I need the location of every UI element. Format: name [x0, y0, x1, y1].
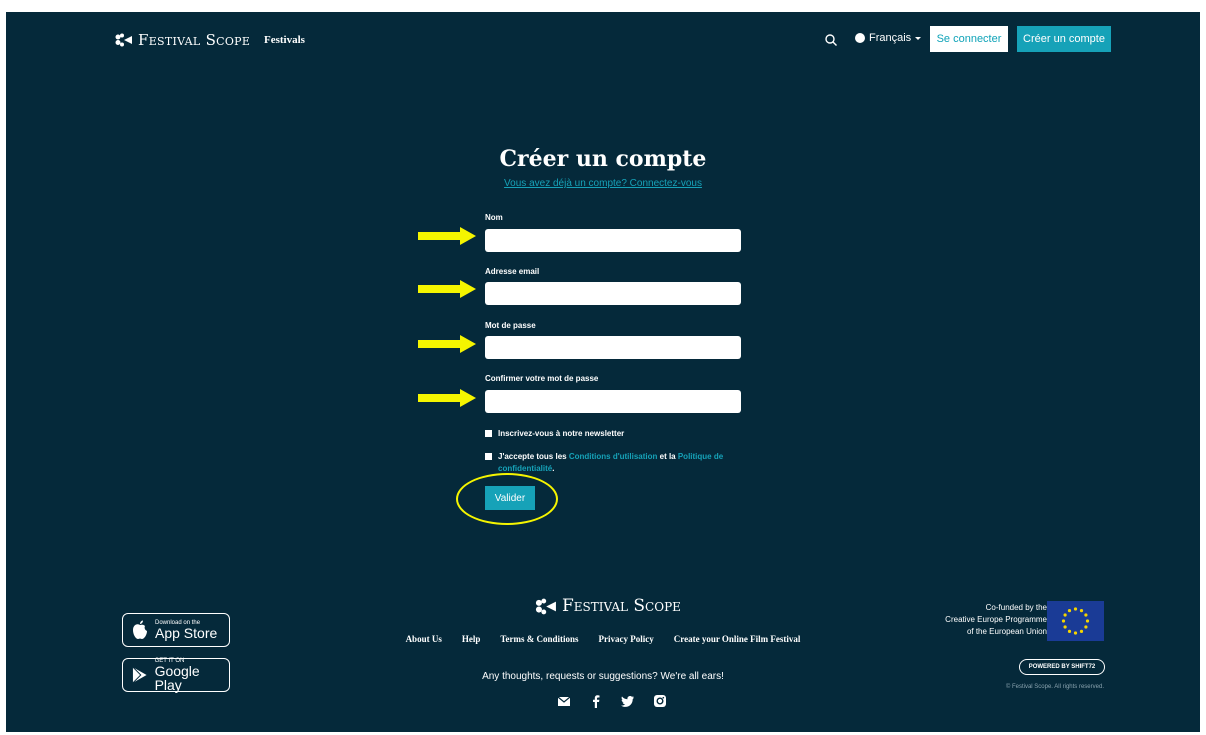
terms-prefix: J'accepte tous les: [498, 452, 569, 461]
instagram-icon[interactable]: [653, 694, 667, 708]
terms-row[interactable]: J'accepte tous les Conditions d'utilisat…: [485, 451, 741, 475]
confirm-password-label: Confirmer votre mot de passe: [485, 374, 599, 383]
language-label: Français: [869, 32, 912, 44]
password-field[interactable]: [485, 336, 741, 359]
terms-suffix: .: [552, 464, 555, 473]
footer-logo[interactable]: Festival Scope: [534, 596, 681, 616]
footer-link-create-festival[interactable]: Create your Online Film Festival: [674, 634, 801, 644]
name-label: Nom: [485, 213, 503, 222]
eu-line-2: Creative Europe Programme: [945, 615, 1047, 624]
annotation-arrow-icon: [418, 389, 476, 407]
footer-link-about[interactable]: About Us: [406, 634, 442, 644]
newsletter-row[interactable]: Inscrivez-vous à notre newsletter: [485, 428, 741, 440]
footer-link-terms[interactable]: Terms & Conditions: [500, 634, 578, 644]
login-button[interactable]: Se connecter: [930, 26, 1008, 52]
signup-button[interactable]: Créer un compte: [1017, 26, 1111, 52]
terms-middle: et la: [657, 452, 678, 461]
page: Festival Scope Festivals Français Se con…: [6, 12, 1200, 732]
eu-flag-icon: [1047, 601, 1104, 641]
email-icon[interactable]: [557, 694, 571, 708]
language-selector[interactable]: Français: [855, 32, 922, 44]
annotation-circle: [456, 473, 558, 525]
terms-checkbox[interactable]: [485, 453, 492, 460]
eu-line-1: Co-funded by the: [985, 603, 1047, 612]
powered-by-badge[interactable]: POWERED BY SHIFT72: [1019, 659, 1105, 675]
confirm-password-field[interactable]: [485, 390, 741, 413]
footer-brand: Festival Scope: [562, 596, 681, 616]
email-label: Adresse email: [485, 267, 540, 276]
footer-link-privacy[interactable]: Privacy Policy: [599, 634, 654, 644]
nav-festivals[interactable]: Festivals: [264, 34, 305, 46]
email-field[interactable]: [485, 282, 741, 305]
social-links: [557, 694, 667, 708]
globe-icon: [855, 33, 865, 43]
festival-scope-logo-icon: [535, 598, 556, 614]
password-label: Mot de passe: [485, 321, 536, 330]
search-icon[interactable]: [824, 33, 838, 47]
festival-scope-logo-icon: [115, 33, 132, 47]
header-logo[interactable]: Festival Scope: [114, 31, 250, 49]
eu-cofunding-text: Co-funded by the Creative Europe Program…: [945, 602, 1047, 638]
newsletter-label: Inscrivez-vous à notre newsletter: [498, 429, 625, 438]
annotation-arrow-icon: [418, 280, 476, 298]
annotation-arrow-icon: [418, 335, 476, 353]
header-brand: Festival Scope: [138, 31, 251, 49]
terms-link[interactable]: Conditions d'utilisation: [569, 452, 658, 461]
copyright-text: © Festival Scope. All rights reserved.: [1005, 684, 1104, 690]
caret-down-icon: [915, 36, 922, 40]
twitter-icon[interactable]: [621, 694, 635, 708]
annotation-arrow-icon: [418, 227, 476, 245]
newsletter-checkbox[interactable]: [485, 430, 492, 437]
name-field[interactable]: [485, 229, 741, 252]
facebook-icon[interactable]: [589, 694, 603, 708]
eu-line-3: of the European Union: [966, 627, 1047, 636]
footer-link-help[interactable]: Help: [462, 634, 481, 644]
terms-label: J'accepte tous les Conditions d'utilisat…: [498, 451, 741, 475]
login-link[interactable]: Vous avez déjà un compte? Connectez-vous: [6, 178, 1200, 189]
page-title: Créer un compte: [499, 146, 707, 172]
